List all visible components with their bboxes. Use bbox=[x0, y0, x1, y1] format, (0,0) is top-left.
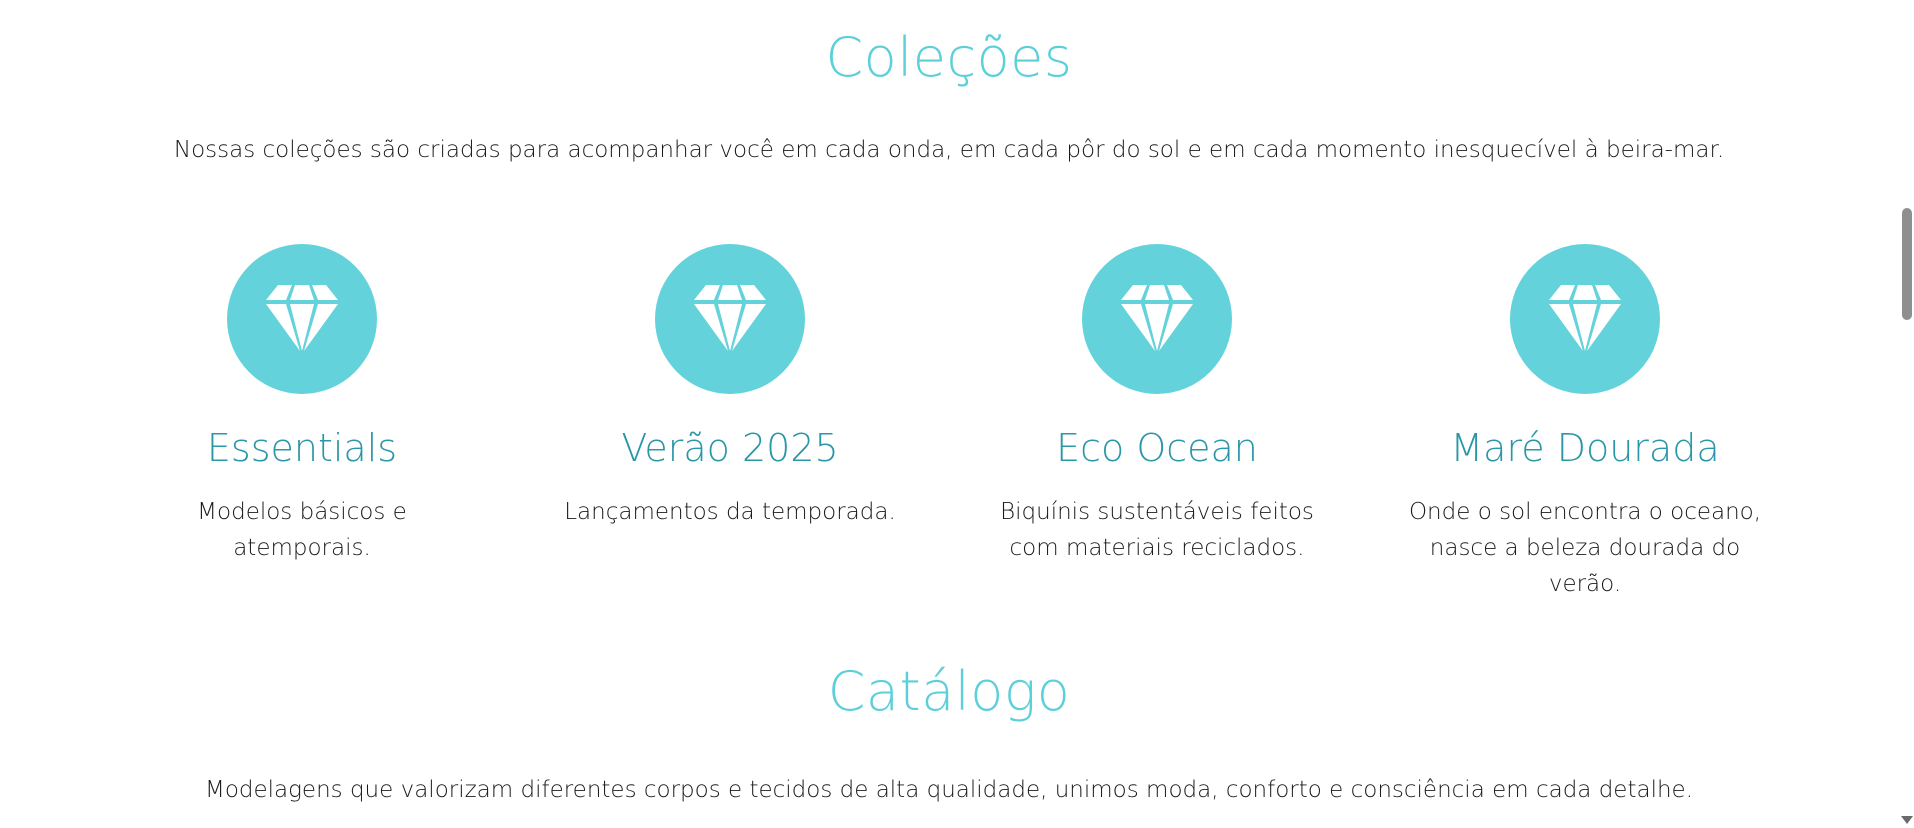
colecoes-title: Coleções bbox=[825, 26, 1073, 89]
card-description: Lançamentos da temporada. bbox=[564, 498, 896, 525]
diamond-icon-svg bbox=[694, 285, 766, 351]
collection-card-essentials[interactable]: Essentials Modelos básicos e atemporais. bbox=[107, 244, 497, 566]
card-title: Maré Dourada bbox=[1450, 426, 1720, 470]
card-description: Biquínis sustentáveis feitos com materia… bbox=[1000, 498, 1314, 561]
colecoes-description: Nossas coleções são criadas para acompan… bbox=[173, 137, 1725, 163]
scroll-down-arrow-icon[interactable] bbox=[1901, 816, 1913, 824]
catalogo-description: Modelagens que valorizam diferentes corp… bbox=[204, 777, 1693, 803]
card-title: Verão 2025 bbox=[621, 426, 839, 470]
diamond-icon-svg bbox=[266, 285, 338, 351]
card-description: Modelos básicos e atemporais. bbox=[197, 498, 407, 561]
collections-grid: Essentials Modelos básicos e atemporais.… bbox=[0, 244, 1898, 614]
card-title: Eco Ocean bbox=[1056, 426, 1258, 470]
diamond-icon-svg bbox=[1549, 285, 1621, 351]
diamond-icon[interactable] bbox=[1510, 244, 1660, 394]
card-description: Onde o sol encontra o oceano, nasce a be… bbox=[1408, 498, 1762, 597]
catalogo-title: Catálogo bbox=[827, 660, 1071, 723]
page: Coleções Nossas coleções são criadas par… bbox=[0, 0, 1898, 828]
collection-card-mare-dourada[interactable]: Maré Dourada Onde o sol encontra o ocean… bbox=[1390, 244, 1780, 602]
collection-card-eco-ocean[interactable]: Eco Ocean Biquínis sustentáveis feitos c… bbox=[962, 244, 1352, 566]
scrollbar-thumb[interactable] bbox=[1902, 208, 1912, 320]
diamond-icon[interactable] bbox=[227, 244, 377, 394]
collection-card-verao-2025[interactable]: Verão 2025 Lançamentos da temporada. bbox=[535, 244, 925, 530]
card-title: Essentials bbox=[206, 426, 398, 470]
vertical-scrollbar[interactable] bbox=[1898, 0, 1914, 828]
diamond-icon-svg bbox=[1121, 285, 1193, 351]
diamond-icon[interactable] bbox=[655, 244, 805, 394]
diamond-icon[interactable] bbox=[1082, 244, 1232, 394]
